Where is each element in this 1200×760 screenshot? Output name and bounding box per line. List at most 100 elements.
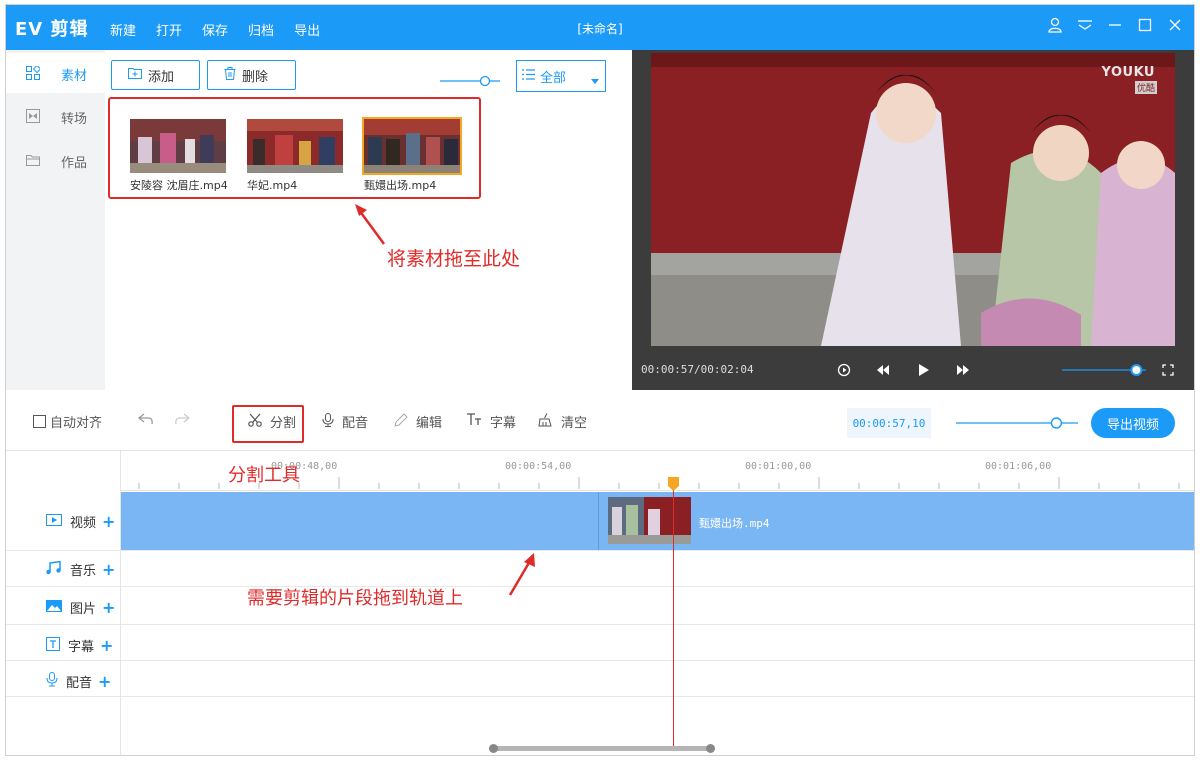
drag-here-annotation: 将素材拖至此处 (387, 248, 521, 270)
media-thumb-selected[interactable]: 甄嬛出场.mp4 (362, 117, 462, 193)
add-dub-track-button[interactable]: + (98, 672, 111, 691)
user-icon[interactable] (1046, 15, 1064, 35)
arrow-annotation-icon (355, 204, 386, 245)
pencil-icon (394, 412, 408, 431)
playhead-handle[interactable] (668, 477, 679, 491)
edit-label: 编辑 (416, 416, 443, 431)
fast-forward-icon[interactable] (956, 364, 970, 379)
media-thumb-name: 甄嬛出场.mp4 (364, 179, 437, 192)
video-track-clip[interactable]: 甄嬛出场.mp4 (121, 492, 1194, 550)
edit-toolbar: 自动对齐 分割 配音 编辑 字幕 清空 00:00:57,10 导出视频 (6, 390, 1194, 450)
add-video-track-button[interactable]: + (102, 512, 115, 531)
ruler-time-label: 00:01:06,00 (985, 461, 1052, 472)
add-button[interactable]: 添加 (111, 60, 200, 90)
rewind-icon[interactable] (876, 364, 890, 379)
maximize-icon[interactable] (1136, 15, 1154, 35)
auto-align-label: 自动对齐 (50, 416, 103, 431)
redo-button[interactable] (174, 412, 191, 430)
redo-icon (174, 412, 191, 430)
undo-icon (137, 412, 154, 430)
ruler-time-label: 00:00:54,00 (505, 461, 572, 472)
volume-slider[interactable] (1062, 363, 1146, 380)
watermark-badge: 优酷 (1134, 81, 1157, 94)
thumb-size-slider[interactable] (440, 75, 500, 87)
dub-track-row (6, 661, 1194, 697)
text-size-icon (466, 413, 482, 430)
export-video-button[interactable]: 导出视频 (1091, 408, 1175, 438)
edit-button[interactable]: 编辑 (394, 412, 442, 431)
dub-button[interactable]: 配音 (322, 412, 368, 431)
list-icon (522, 68, 535, 84)
video-thumbnail (247, 119, 343, 173)
arrow-annotation-icon (508, 553, 535, 596)
sidebar-item-transitions[interactable]: 转场 (6, 96, 105, 136)
trash-icon (224, 66, 236, 84)
play-icon[interactable] (918, 363, 930, 380)
fullscreen-icon[interactable] (1162, 364, 1174, 379)
timeline-zoom-slider[interactable] (956, 416, 1078, 433)
playhead-line (673, 480, 674, 750)
image-icon (46, 599, 62, 616)
track-label: 视频 (70, 516, 97, 531)
video-frame: YOUKU 优酷 (651, 53, 1175, 346)
horizontal-scrollbar[interactable] (489, 744, 715, 753)
sidebar-item-label: 素材 (61, 69, 88, 84)
subtitle-button[interactable]: 字幕 (466, 412, 516, 431)
add-image-track-button[interactable]: + (102, 598, 115, 617)
track-header-subtitle: 字幕 + (46, 636, 113, 655)
mic-icon (322, 412, 334, 431)
split-tool-annotation: 分割工具 (228, 465, 300, 486)
split-button[interactable]: 分割 (248, 412, 296, 431)
add-file-icon (128, 67, 142, 83)
add-music-track-button[interactable]: + (102, 560, 115, 579)
filter-select-value: 全部 (540, 70, 567, 86)
video-icon (46, 513, 62, 530)
replay-icon[interactable] (837, 363, 851, 380)
music-icon (46, 560, 62, 579)
subtitle-track-row (6, 625, 1194, 661)
clear-label: 清空 (561, 416, 588, 431)
delete-button-label: 删除 (242, 69, 269, 85)
mic-icon (46, 672, 58, 691)
track-label: 音乐 (70, 564, 97, 579)
media-drop-zone[interactable]: 安陵容 沈眉庄.mp4 华妃.mp4 甄嬛出场.mp4 (108, 97, 481, 199)
track-header-music: 音乐 + (46, 560, 115, 579)
clear-button[interactable]: 清空 (538, 412, 587, 431)
scrollbar-right-handle[interactable] (706, 744, 715, 753)
folder-icon (26, 153, 40, 167)
sidebar-item-works[interactable]: 作品 (6, 140, 105, 180)
sidebar-item-materials[interactable]: 素材 (6, 53, 105, 93)
preview-panel: YOUKU 优酷 00:00:57/00:02:04 (632, 50, 1194, 390)
clip-boundary (598, 492, 599, 550)
clip-thumbnail (608, 497, 691, 544)
grid-icon (26, 64, 42, 80)
media-thumb-name: 华妃.mp4 (247, 179, 298, 192)
scrollbar-left-handle[interactable] (489, 744, 498, 753)
track-headers: 视频 + 音乐 + 图片 + 字幕 + 配音 + (6, 451, 121, 755)
track-header-image: 图片 + (46, 598, 115, 617)
minimize-icon[interactable] (1106, 15, 1124, 35)
track-header-dub: 配音 + (46, 672, 111, 691)
filter-select[interactable]: 全部 (516, 60, 606, 92)
media-thumb[interactable]: 华妃.mp4 (247, 119, 345, 193)
music-track-row (6, 551, 1194, 587)
broom-icon (538, 412, 553, 431)
menu-dropdown-icon[interactable] (1076, 15, 1094, 35)
undo-button[interactable] (137, 412, 154, 430)
playback-timecode: 00:00:57/00:02:04 (641, 363, 754, 376)
add-subtitle-track-button[interactable]: + (100, 636, 113, 655)
text-icon (46, 636, 60, 655)
checkbox-icon (33, 415, 46, 428)
track-label: 配音 (66, 676, 93, 691)
sidebar: 素材 转场 作品 (6, 50, 105, 390)
media-thumb[interactable]: 安陵容 沈眉庄.mp4 (130, 119, 228, 193)
track-label: 字幕 (68, 640, 95, 655)
subtitle-label: 字幕 (490, 416, 517, 431)
split-label: 分割 (270, 416, 297, 431)
auto-align-checkbox[interactable]: 自动对齐 (33, 412, 102, 431)
close-icon[interactable] (1166, 15, 1184, 35)
current-time-display: 00:00:57,10 (847, 408, 931, 438)
dub-label: 配音 (342, 416, 369, 431)
delete-button[interactable]: 删除 (207, 60, 296, 90)
drag-to-track-annotation: 需要剪辑的片段拖到轨道上 (247, 588, 463, 609)
